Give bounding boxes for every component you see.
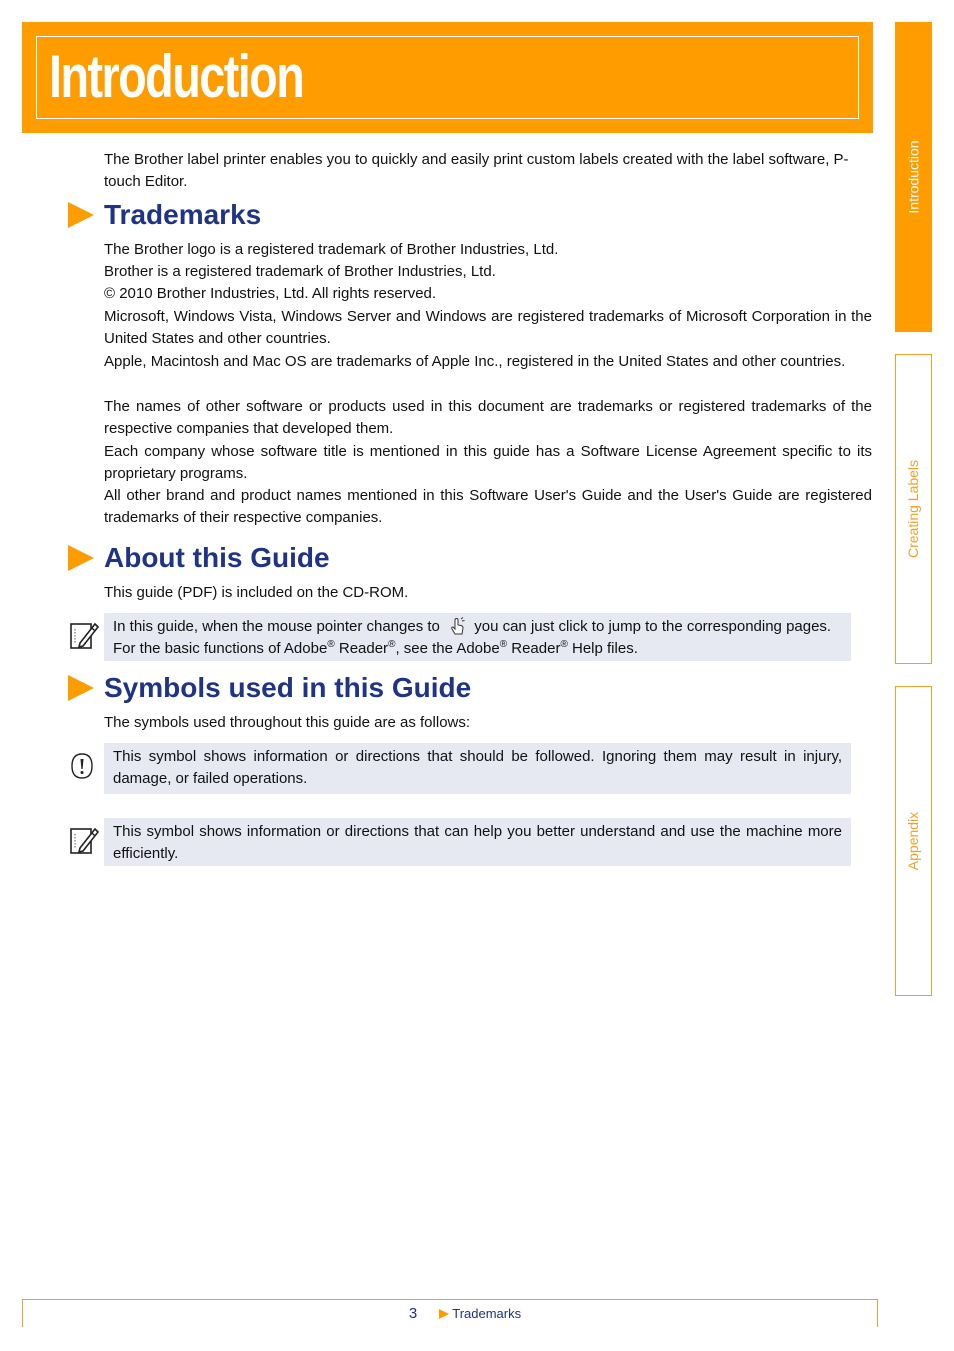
side-tab-label: Introduction bbox=[905, 140, 922, 214]
note-text: , see the Adobe bbox=[395, 640, 500, 657]
page-number: 3 bbox=[408, 1305, 418, 1322]
trademark-line: Apple, Macintosh and Mac OS are trademar… bbox=[104, 353, 846, 370]
arrow-right-icon bbox=[68, 545, 94, 571]
note-text: For the basic functions of Adobe bbox=[113, 640, 328, 657]
about-paragraph: This guide (PDF) is included on the CD-R… bbox=[104, 584, 409, 601]
arrow-right-icon bbox=[68, 675, 94, 701]
section-heading-about: About this Guide bbox=[68, 541, 330, 575]
side-tab-label: Creating Labels bbox=[905, 459, 922, 559]
trademark-line: The Brother logo is a registered tradema… bbox=[104, 241, 559, 258]
trademark-line: Brother is a registered trademark of Bro… bbox=[104, 263, 496, 280]
section-title: Symbols used in this Guide bbox=[104, 672, 472, 703]
section-heading-trademarks: Trademarks bbox=[68, 198, 261, 232]
section-title: Trademarks bbox=[104, 199, 262, 230]
note-box-note: This symbol shows information or directi… bbox=[104, 818, 851, 866]
arrow-right-icon bbox=[68, 202, 94, 228]
trademark-line: All other brand and product names mentio… bbox=[104, 487, 872, 527]
trademark-line: © 2010 Brother Industries, Ltd. All righ… bbox=[104, 285, 437, 302]
note-box-about: In this guide, when the mouse pointer ch… bbox=[104, 613, 851, 661]
footer-link-trademarks[interactable]: Trademarks bbox=[452, 1306, 521, 1321]
side-tab-introduction[interactable]: Introduction bbox=[895, 22, 932, 332]
side-tab-label: Appendix bbox=[905, 811, 922, 871]
note-text: Reader bbox=[507, 640, 561, 657]
registered-mark: ® bbox=[327, 639, 335, 650]
arrow-right-icon bbox=[439, 1308, 450, 1319]
page-footer: 3 Trademarks bbox=[22, 1299, 878, 1327]
note-text: you can just click to jump to the corres… bbox=[474, 618, 832, 635]
chapter-header-frame: Introduction bbox=[36, 36, 859, 119]
section-title: About this Guide bbox=[104, 542, 330, 573]
trademark-line: Microsoft, Windows Vista, Windows Server… bbox=[104, 308, 872, 348]
note-text: In this guide, when the mouse pointer ch… bbox=[113, 618, 440, 635]
registered-mark: ® bbox=[560, 639, 568, 650]
important-exclamation-icon bbox=[71, 753, 93, 779]
trademark-line: Each company whose software title is men… bbox=[104, 443, 872, 483]
chapter-header-banner: Introduction bbox=[22, 22, 873, 133]
note-pencil-icon bbox=[70, 827, 100, 854]
trademark-line: The names of other software or products … bbox=[104, 398, 872, 438]
side-tab-creating-labels[interactable]: Creating Labels bbox=[895, 354, 932, 664]
symbols-paragraph: The symbols used throughout this guide a… bbox=[104, 714, 471, 731]
note-box-important: This symbol shows information or directi… bbox=[104, 743, 851, 794]
note-pencil-icon bbox=[70, 622, 100, 649]
side-tab-appendix[interactable]: Appendix bbox=[895, 686, 932, 996]
registered-mark: ® bbox=[499, 639, 508, 650]
hand-pointer-icon bbox=[451, 617, 465, 635]
note-text: Reader bbox=[334, 640, 389, 657]
section-heading-symbols: Symbols used in this Guide bbox=[68, 671, 471, 705]
note-text: Help files. bbox=[567, 640, 638, 657]
chapter-title: Introduction bbox=[49, 43, 305, 110]
intro-paragraph: The Brother label printer enables you to… bbox=[104, 151, 849, 191]
